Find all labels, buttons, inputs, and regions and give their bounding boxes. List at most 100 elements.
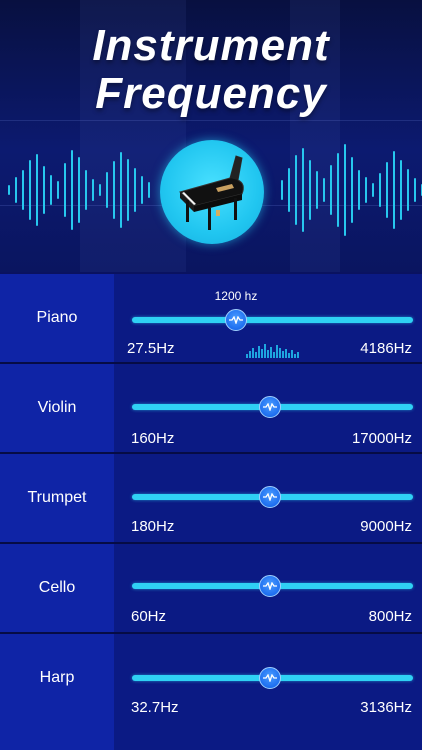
wave-bar xyxy=(127,159,129,221)
instrument-label-cell: Piano xyxy=(0,274,114,362)
wave-bar xyxy=(141,176,143,204)
wave-bar xyxy=(365,177,367,203)
mini-wave-bar xyxy=(285,349,287,358)
wave-bar xyxy=(64,163,66,217)
max-frequency: 800Hz xyxy=(368,608,412,625)
wave-bar xyxy=(407,169,409,211)
frequency-slider-cell: 180Hz 9000Hz xyxy=(114,454,422,542)
wave-bar xyxy=(288,168,290,212)
frequency-slider-thumb[interactable] xyxy=(258,486,281,508)
instrument-name: Violin xyxy=(37,399,77,416)
wave-bar xyxy=(134,168,136,212)
mini-wave-bar xyxy=(279,348,281,358)
wave-bar xyxy=(85,170,87,210)
mini-wave-bar xyxy=(246,354,248,358)
max-frequency: 3136Hz xyxy=(360,699,412,716)
list-item: Trumpet 180Hz 9000Hz xyxy=(0,454,422,542)
list-item: Harp 32.7Hz 3136Hz xyxy=(0,634,422,722)
mini-wave-bar xyxy=(264,344,266,358)
instrument-label-cell: Cello xyxy=(0,544,114,632)
waveform-icon xyxy=(262,493,277,501)
wave-bar xyxy=(309,160,311,220)
mini-wave-bar xyxy=(288,353,290,358)
list-item: Cello 60Hz 800Hz xyxy=(0,544,422,632)
waveform-icon xyxy=(262,674,277,682)
frequency-slider-cell: 160Hz 17000Hz xyxy=(114,364,422,452)
list-item: Violin 160Hz 17000Hz xyxy=(0,364,422,452)
wave-bar xyxy=(99,184,101,196)
current-frequency-label: 1200 hz xyxy=(214,289,258,303)
wave-bar xyxy=(29,160,31,220)
wave-bar xyxy=(120,152,122,228)
next-row-partial xyxy=(0,722,422,750)
wave-bar xyxy=(50,175,52,205)
wave-bar xyxy=(295,155,297,225)
wave-bar xyxy=(372,183,374,197)
wave-bar xyxy=(281,180,283,200)
wave-bar xyxy=(36,154,38,226)
list-item: Piano 1200 hz 27.5Hz 4186Hz xyxy=(0,274,422,362)
title-line-1: Instrument xyxy=(92,21,330,70)
wave-bar xyxy=(414,178,416,202)
frequency-slider-thumb[interactable] xyxy=(258,667,281,689)
wave-bar xyxy=(8,185,10,195)
wave-bar xyxy=(337,153,339,227)
min-frequency: 160Hz xyxy=(131,430,175,447)
wave-bar xyxy=(22,170,24,210)
wave-bar xyxy=(113,161,115,219)
instrument-label-cell: Violin xyxy=(0,364,114,452)
wave-bar xyxy=(386,162,388,218)
mini-wave-bar xyxy=(294,354,296,358)
wave-bar xyxy=(15,177,17,203)
wave-bar xyxy=(43,166,45,214)
max-frequency: 4186Hz xyxy=(360,340,412,357)
mini-wave-bar xyxy=(270,347,272,358)
wave-bar xyxy=(57,181,59,199)
instrument-name: Harp xyxy=(39,669,75,686)
max-frequency: 9000Hz xyxy=(360,518,412,535)
waveform-icon xyxy=(262,403,277,411)
wave-bar xyxy=(358,170,360,210)
wave-bar xyxy=(351,157,353,223)
title-line-2: Frequency xyxy=(95,69,327,118)
waveform-icon xyxy=(262,582,277,590)
header-grid-line xyxy=(0,120,422,121)
mini-wave-bar xyxy=(297,352,299,358)
wave-bar xyxy=(92,179,94,201)
frequency-slider-thumb[interactable] xyxy=(258,575,281,597)
mini-wave-bar xyxy=(273,352,275,358)
mini-wave-bar xyxy=(282,351,284,358)
frequency-slider-cell: 32.7Hz 3136Hz xyxy=(114,634,422,722)
mini-wave-bar xyxy=(258,346,260,358)
frequency-slider-thumb[interactable] xyxy=(224,309,247,331)
instrument-label-cell: Harp xyxy=(0,634,114,722)
header: Instrument Frequency xyxy=(0,0,422,272)
instrument-name: Cello xyxy=(38,579,76,596)
mini-wave-bar xyxy=(255,352,257,358)
mini-wave-bar xyxy=(291,350,293,358)
instrument-name: Piano xyxy=(36,309,78,326)
piano-emblem xyxy=(160,140,264,244)
wave-bar xyxy=(344,144,346,236)
min-frequency: 27.5Hz xyxy=(127,340,175,357)
wave-bar xyxy=(330,165,332,215)
mini-wave-bar xyxy=(267,350,269,358)
mini-wave-bar xyxy=(276,345,278,358)
grand-piano-icon xyxy=(179,155,244,230)
wave-bar xyxy=(302,148,304,232)
mini-waveform xyxy=(246,342,300,358)
mini-wave-bar xyxy=(249,351,251,358)
label-cell-partial xyxy=(0,722,114,750)
wave-bar xyxy=(78,157,80,223)
wave-bar xyxy=(323,178,325,202)
wave-bar xyxy=(393,151,395,229)
frequency-slider-thumb[interactable] xyxy=(258,396,281,418)
wave-bar xyxy=(71,150,73,230)
frequency-slider-track[interactable] xyxy=(132,317,413,323)
wave-bar xyxy=(106,172,108,208)
wave-bar xyxy=(316,171,318,209)
wave-bar xyxy=(400,160,402,220)
frequency-slider-cell: 60Hz 800Hz xyxy=(114,544,422,632)
min-frequency: 60Hz xyxy=(131,608,167,625)
waveform-icon xyxy=(228,316,243,324)
